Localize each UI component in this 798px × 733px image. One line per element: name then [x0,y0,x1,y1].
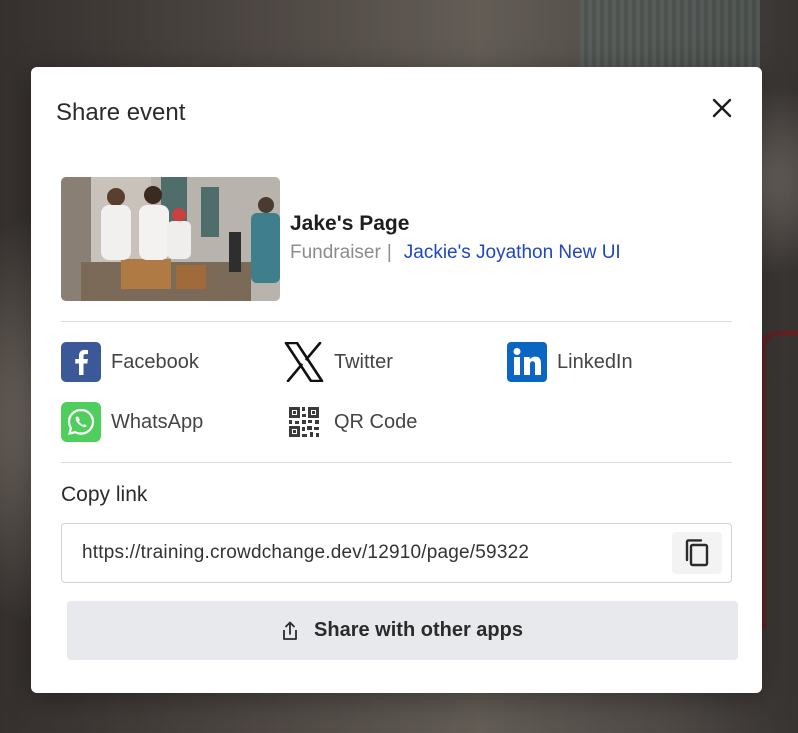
share-whatsapp-label: WhatsApp [111,410,204,433]
modal-title: Share event [56,99,186,126]
share-twitter[interactable]: Twitter [284,342,393,382]
event-link[interactable]: Jackie's Joyathon New UI [404,242,621,264]
facebook-icon [61,342,101,382]
meta-separator: | [386,242,392,263]
share-qr-code-label: QR Code [334,410,418,433]
page-name: Jake's Page [290,212,410,235]
copy-icon [685,539,709,567]
whatsapp-icon [61,402,101,442]
divider-bottom [61,462,732,463]
divider-top [61,321,732,322]
share-other-apps-button[interactable]: Share with other apps [67,601,738,660]
share-qr-code[interactable]: QR Code [284,402,417,442]
share-facebook[interactable]: Facebook [61,342,199,382]
share-event-modal: Share event Jake's Page Fundraiser | Jac… [31,67,762,693]
share-whatsapp[interactable]: WhatsApp [61,402,203,442]
share-other-apps-label: Share with other apps [314,619,523,641]
share-twitter-label: Twitter [334,350,393,373]
close-icon [712,98,732,118]
page-type: Fundraiser [290,242,381,263]
link-field[interactable]: https://training.crowdchange.dev/12910/p… [61,523,732,583]
share-linkedin-label: LinkedIn [557,350,633,373]
close-button[interactable] [707,93,737,123]
link-url[interactable]: https://training.crowdchange.dev/12910/p… [82,542,529,564]
page-thumbnail [61,177,280,301]
copy-button[interactable] [672,532,722,574]
qr-code-icon [284,402,324,442]
fundraiser-photo [61,177,280,301]
linkedin-icon [507,342,547,382]
copy-link-label: Copy link [61,483,148,506]
share-icon [282,621,298,641]
x-twitter-icon [284,342,324,382]
share-facebook-label: Facebook [111,350,199,373]
page-meta: Fundraiser | Jackie's Joyathon New UI [290,242,621,264]
share-linkedin[interactable]: LinkedIn [507,342,633,382]
